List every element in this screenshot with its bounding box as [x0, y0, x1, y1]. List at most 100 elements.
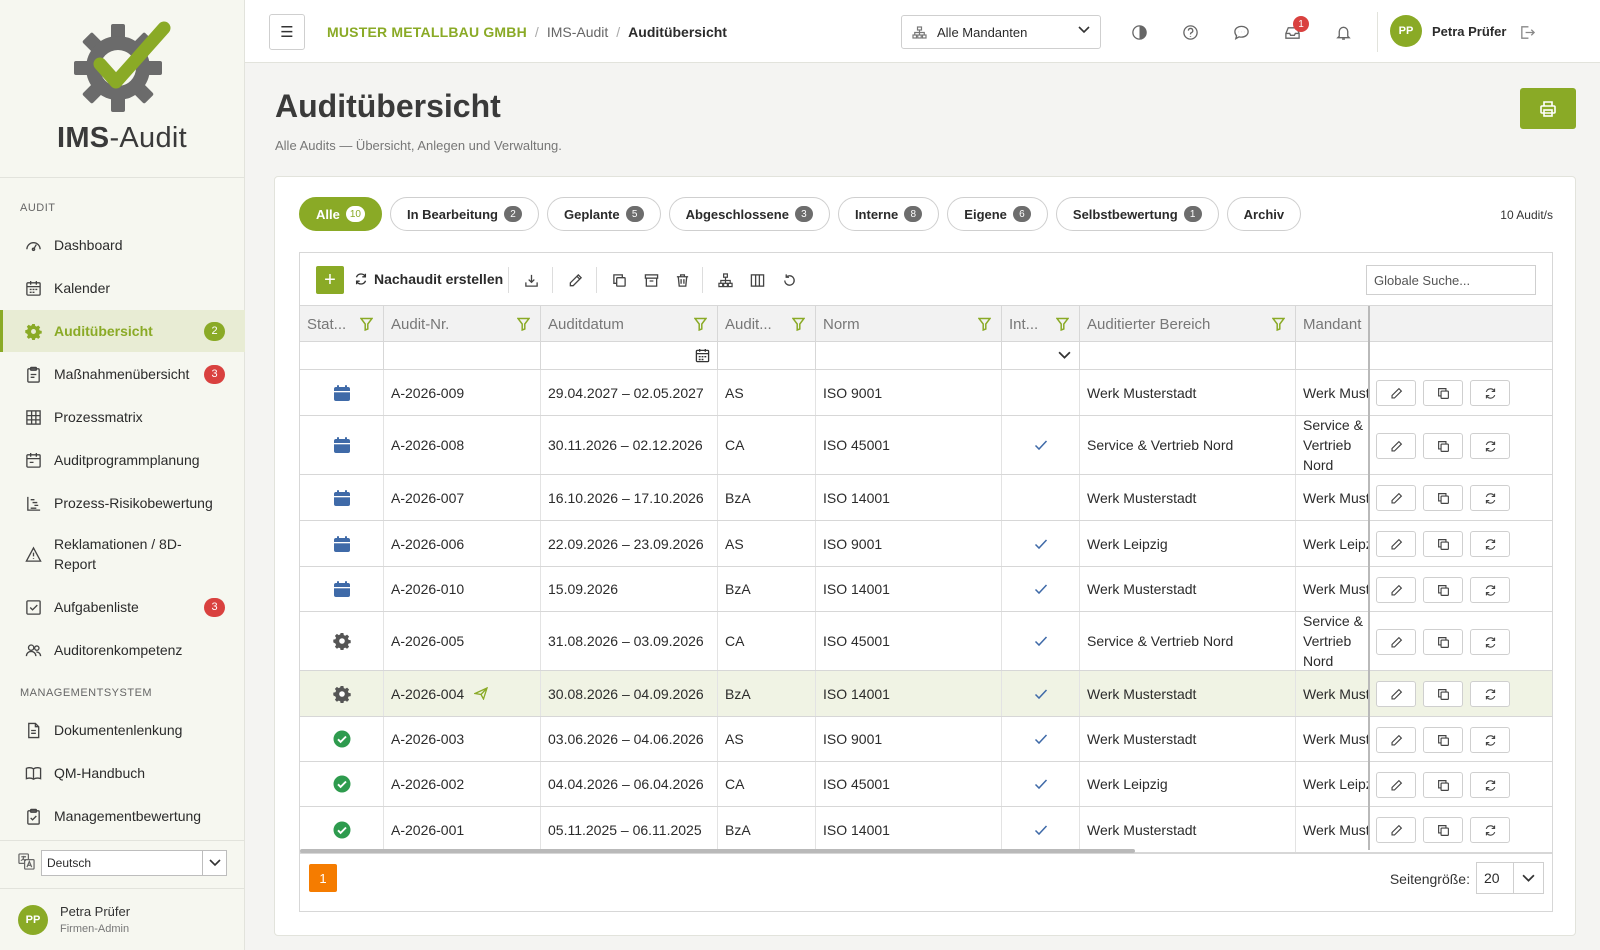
nachaudit-row-button[interactable] — [1470, 380, 1510, 406]
filter-icon[interactable] — [1272, 317, 1285, 331]
sidebar-item-dashboard[interactable]: Dashboard — [0, 230, 245, 260]
sidebar-item-auditorenkompetenz[interactable]: Auditorenkompetenz — [0, 635, 245, 665]
bell-icon[interactable] — [1333, 22, 1353, 42]
nachaudit-row-button[interactable] — [1470, 727, 1510, 753]
column-header-auditart[interactable]: Audit... — [718, 306, 816, 342]
copy-row-button[interactable] — [1423, 433, 1463, 459]
nachaudit-row-button[interactable] — [1470, 485, 1510, 511]
sidebar-item-prozess-risikobewertung[interactable]: Prozess-Risikobewertung — [0, 488, 245, 518]
sidebar-item-reklamationen[interactable]: Reklamationen / 8D-Report — [0, 532, 245, 576]
filter-icon[interactable] — [694, 317, 707, 331]
column-header-intern[interactable]: Int... — [1002, 306, 1080, 342]
columns-icon[interactable] — [748, 271, 766, 289]
sidebar-item-massnahmenubersicht[interactable]: Maßnahmenübersicht 3 — [0, 359, 245, 389]
copy-row-button[interactable] — [1423, 531, 1463, 557]
table-row[interactable]: A-2026-006 22.09.2026 – 23.09.2026 AS ISO 9… — [300, 521, 1552, 567]
add-audit-button[interactable]: + — [316, 266, 344, 294]
filter-cell[interactable] — [1296, 342, 1369, 370]
column-header-bereich[interactable]: Auditierter Bereich — [1080, 306, 1296, 342]
sidebar-item-kalender[interactable]: Kalender — [0, 273, 245, 303]
tab-in-bearbeitung[interactable]: In Bearbeitung 2 — [389, 197, 539, 231]
theme-toggle-icon[interactable] — [1129, 22, 1149, 42]
filter-icon[interactable] — [517, 317, 530, 331]
hierarchy-icon[interactable] — [716, 271, 734, 289]
copy-row-button[interactable] — [1423, 577, 1463, 603]
page-size-select[interactable]: 20 — [1476, 862, 1544, 894]
filter-cell[interactable] — [300, 342, 384, 370]
nachaudit-row-button[interactable] — [1470, 433, 1510, 459]
breadcrumb-company[interactable]: MUSTER METALLBAU GMBH — [327, 24, 527, 40]
filter-cell-boolean[interactable] — [1002, 342, 1080, 370]
reset-icon[interactable] — [780, 271, 798, 289]
mandant-select[interactable]: Alle Mandanten — [901, 15, 1101, 49]
column-header-auditdatum[interactable]: Auditdatum — [541, 306, 718, 342]
copy-row-button[interactable] — [1423, 485, 1463, 511]
nachaudit-button[interactable]: Nachaudit erstellen — [354, 271, 503, 287]
column-header-mandant[interactable]: Mandant — [1296, 306, 1369, 342]
tab-archiv[interactable]: Archiv — [1226, 197, 1302, 231]
column-header-status[interactable]: Stat... — [300, 306, 384, 342]
nachaudit-row-button[interactable] — [1470, 531, 1510, 557]
table-row[interactable]: A-2026-008 30.11.2026 – 02.12.2026 CA ISO 4… — [300, 416, 1552, 475]
table-row[interactable]: A-2026-005 31.08.2026 – 03.09.2026 CA ISO 4… — [300, 612, 1552, 671]
page-button[interactable]: 1 — [309, 864, 337, 892]
filter-icon[interactable] — [792, 317, 805, 331]
nachaudit-row-button[interactable] — [1470, 817, 1510, 843]
sidebar-item-prozessmatrix[interactable]: Prozessmatrix — [0, 402, 245, 432]
edit-row-button[interactable] — [1376, 681, 1416, 707]
filter-icon[interactable] — [978, 317, 991, 331]
edit-row-button[interactable] — [1376, 531, 1416, 557]
sidebar-item-auditprogrammplanung[interactable]: Auditprogrammplanung — [0, 445, 245, 475]
sidebar-item-auditubersicht[interactable]: Auditübersicht 2 — [0, 310, 245, 352]
menu-toggle-button[interactable]: ☰ — [269, 14, 305, 50]
copy-row-button[interactable] — [1423, 629, 1463, 655]
topbar-user[interactable]: PP Petra Prüfer — [1390, 15, 1506, 47]
filter-cell[interactable] — [384, 342, 541, 370]
edit-row-button[interactable] — [1376, 772, 1416, 798]
language-select[interactable]: Deutsch — [41, 850, 227, 876]
nachaudit-row-button[interactable] — [1470, 772, 1510, 798]
archive-icon[interactable] — [642, 271, 660, 289]
table-row[interactable]: A-2026-001 05.11.2025 – 06.11.2025 BzA ISO … — [300, 807, 1552, 853]
help-icon[interactable] — [1180, 22, 1200, 42]
filter-icon[interactable] — [1056, 317, 1069, 331]
edit-row-button[interactable] — [1376, 727, 1416, 753]
copy-row-button[interactable] — [1423, 817, 1463, 843]
copy-icon[interactable] — [610, 271, 628, 289]
table-row[interactable]: A-2026-009 29.04.2027 – 02.05.2027 AS ISO 9… — [300, 370, 1552, 416]
copy-row-button[interactable] — [1423, 681, 1463, 707]
sidebar-item-aufgabenliste[interactable]: Aufgabenliste 3 — [0, 592, 245, 622]
tab-abgeschlossene[interactable]: Abgeschlossene 3 — [668, 197, 830, 231]
column-header-norm[interactable]: Norm — [816, 306, 1002, 342]
chevron-down-icon[interactable] — [1058, 351, 1071, 360]
table-row[interactable]: A-2026-002 04.04.2026 – 06.04.2026 CA ISO 4… — [300, 762, 1552, 807]
copy-row-button[interactable] — [1423, 772, 1463, 798]
edit-row-button[interactable] — [1376, 577, 1416, 603]
import-icon[interactable] — [522, 271, 540, 289]
table-row[interactable]: A-2026-010 15.09.2026 BzA ISO 14001 Werk Mus… — [300, 567, 1552, 612]
tab-alle[interactable]: Alle 10 — [299, 197, 382, 231]
column-header-audit-nr[interactable]: Audit-Nr. — [384, 306, 541, 342]
table-row[interactable]: A-2026-003 03.06.2026 – 04.06.2026 AS ISO 9… — [300, 717, 1552, 762]
chat-icon[interactable] — [1231, 22, 1251, 42]
sidebar-item-qm-handbuch[interactable]: QM-Handbuch — [0, 758, 245, 788]
edit-row-button[interactable] — [1376, 629, 1416, 655]
tab-geplante[interactable]: Geplante 5 — [546, 197, 661, 231]
filter-cell[interactable] — [816, 342, 1002, 370]
tab-eigene[interactable]: Eigene 6 — [947, 197, 1048, 231]
print-button[interactable] — [1520, 88, 1576, 129]
edit-row-button[interactable] — [1376, 485, 1416, 511]
edit-row-button[interactable] — [1376, 817, 1416, 843]
sidebar-user[interactable]: PP Petra Prüfer Firmen-Admin — [0, 888, 245, 950]
tab-selbstbewertung[interactable]: Selbstbewertung 1 — [1055, 197, 1219, 231]
breadcrumb-module[interactable]: IMS-Audit — [547, 24, 608, 40]
sidebar-item-dokumentenlenkung[interactable]: Dokumentenlenkung — [0, 715, 245, 745]
tab-interne[interactable]: Interne 8 — [837, 197, 940, 231]
nachaudit-row-button[interactable] — [1470, 577, 1510, 603]
table-row[interactable]: A-2026-007 16.10.2026 – 17.10.2026 BzA ISO … — [300, 475, 1552, 521]
nachaudit-row-button[interactable] — [1470, 681, 1510, 707]
copy-row-button[interactable] — [1423, 727, 1463, 753]
copy-row-button[interactable] — [1423, 380, 1463, 406]
global-search-input[interactable] — [1366, 265, 1536, 295]
filter-icon[interactable] — [360, 317, 373, 331]
